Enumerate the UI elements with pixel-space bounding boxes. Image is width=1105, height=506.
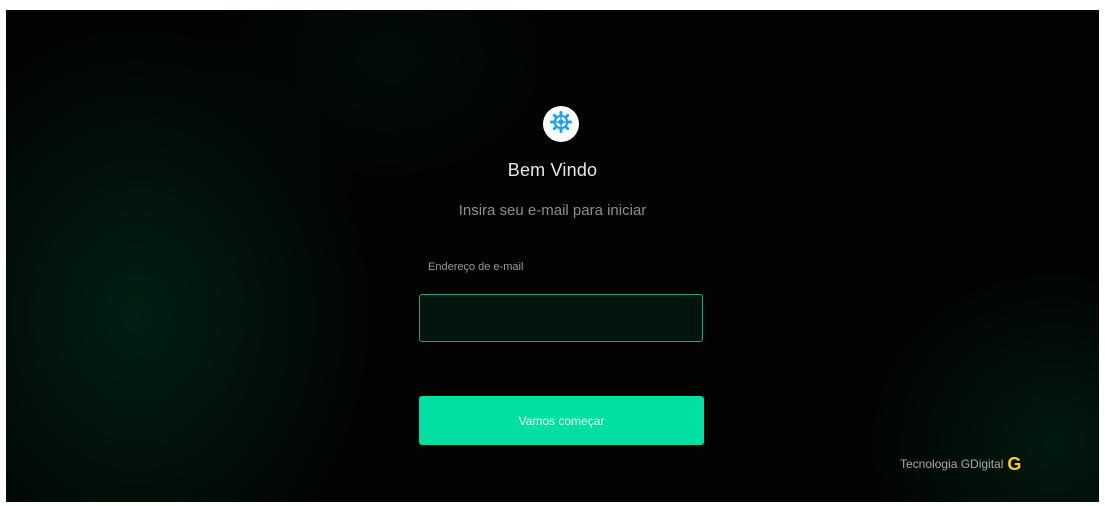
- email-label: Endereço de e-mail: [428, 261, 524, 273]
- app-logo: [543, 106, 579, 142]
- footer-credit: Tecnologia GDigital G: [900, 455, 1021, 473]
- footer-text: Tecnologia GDigital: [900, 457, 1004, 471]
- welcome-subtitle: Insira seu e-mail para iniciar: [458, 202, 647, 219]
- start-button[interactable]: Vamos começar: [419, 396, 704, 445]
- welcome-title: Bem Vindo: [507, 160, 598, 180]
- gear-icon: [549, 110, 573, 139]
- login-screen: Bem Vindo Insira seu e-mail para iniciar…: [6, 10, 1099, 502]
- g-logo-icon: G: [1007, 454, 1022, 474]
- email-input[interactable]: [419, 294, 703, 342]
